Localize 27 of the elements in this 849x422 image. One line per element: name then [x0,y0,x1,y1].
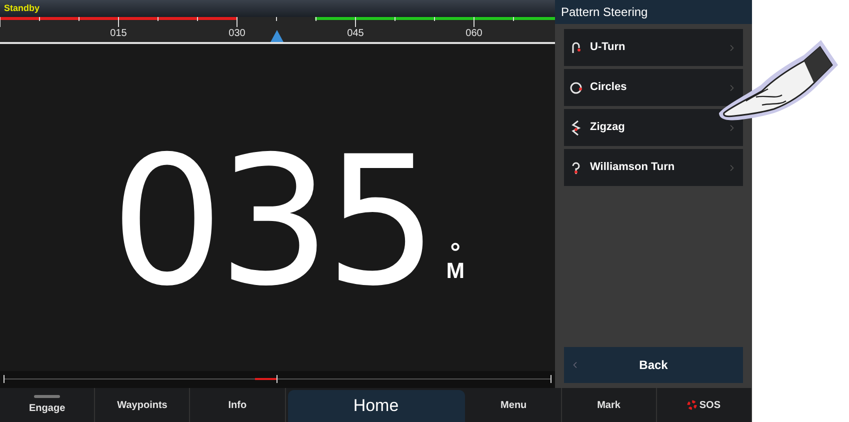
status-text: Standby [4,2,40,15]
bottom-tab[interactable]: Info [190,388,286,422]
heading-readout: 035 [110,132,432,310]
bottom-tab[interactable]: Mark [562,388,657,422]
pattern-menu-item[interactable]: Circles [564,69,743,106]
heading-tick-label: 045 [347,28,364,39]
heading-tick-label: 015 [110,28,127,39]
pattern-menu-item[interactable]: Zigzag [564,109,743,146]
lifebuoy-icon [687,400,698,410]
pattern-menu-item[interactable]: U-Turn [564,29,743,66]
panel-title: Pattern Steering [555,0,752,24]
circle-icon [570,80,582,96]
bottom-tab[interactable]: Waypoints [95,388,190,422]
engage-indicator [34,395,60,398]
bottom-tab[interactable]: Menu [466,388,562,422]
bottom-tab[interactable]: SOS [656,388,752,422]
pattern-menu-item[interactable]: Williamson Turn [564,149,743,186]
degree-symbol: ° [450,244,461,260]
back-button[interactable]: Back [564,347,743,383]
bottom-tab[interactable]: Home [288,390,465,422]
heading-reference: M [446,260,465,282]
heading-tick-label: 030 [228,28,246,39]
bottom-tab[interactable]: Engage [0,388,96,422]
williamson-turn-icon [570,160,582,176]
u-turn-icon [570,40,582,56]
zigzag-icon [570,120,582,136]
heading-tick-label: 060 [466,28,482,39]
